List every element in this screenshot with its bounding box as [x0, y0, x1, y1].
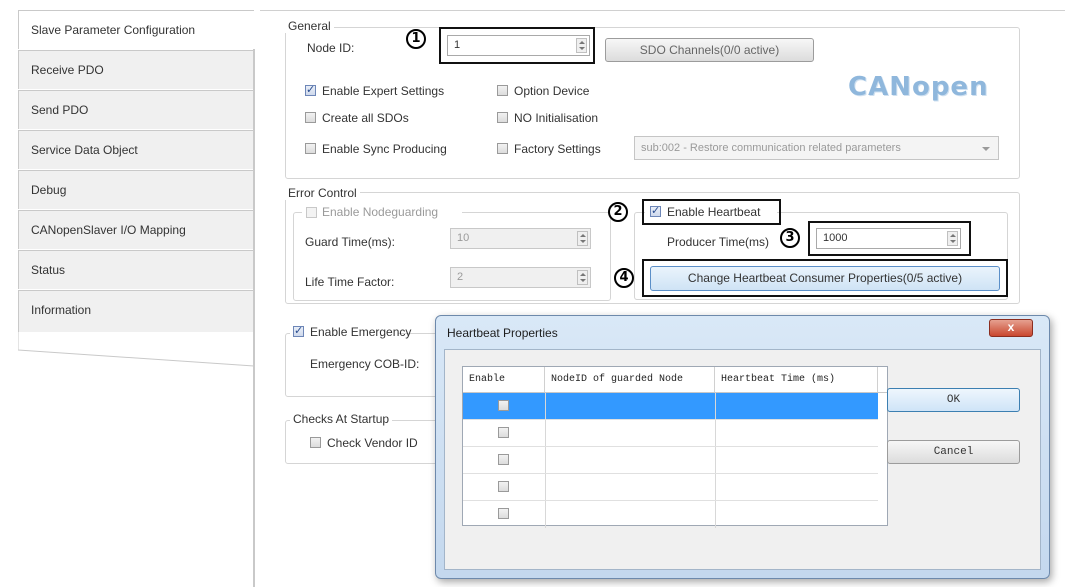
tab-receive-pdo[interactable]: Receive PDO	[18, 50, 254, 89]
column-header-heartbeat-time[interactable]: Heartbeat Time (ms)	[715, 367, 878, 392]
grid-separator	[545, 501, 546, 528]
life-time-value: 2	[457, 271, 464, 283]
no-init-checkbox[interactable]	[497, 112, 508, 123]
sdo-channels-button[interactable]: SDO Channels(0/0 active)	[605, 38, 814, 62]
sync-producing-checkbox[interactable]	[305, 143, 316, 154]
tab-send-pdo[interactable]: Send PDO	[18, 90, 254, 129]
tab-panel-left-edge	[254, 49, 255, 587]
marker-4: 4	[614, 268, 634, 288]
row-enable-checkbox[interactable]	[498, 481, 509, 492]
emergency-cob-id-label: Emergency COB-ID:	[310, 357, 420, 371]
option-device-checkbox[interactable]	[497, 85, 508, 96]
sync-producing-label: Enable Sync Producing	[322, 142, 447, 156]
dialog-body: Enable NodeID of guarded Node Heartbeat …	[444, 349, 1041, 570]
table-row[interactable]	[463, 420, 878, 447]
row-enable-checkbox[interactable]	[498, 508, 509, 519]
producer-time-spinner-icon[interactable]	[947, 231, 958, 246]
tab-canopen-slaver-io-mapping[interactable]: CANopenSlaver I/O Mapping	[18, 210, 254, 249]
ok-button[interactable]: OK	[887, 388, 1020, 412]
canopen-logo: CANopen	[848, 72, 998, 104]
table-row[interactable]	[463, 393, 878, 420]
enable-expert-label: Enable Expert Settings	[322, 84, 445, 98]
emergency-label: Enable Emergency	[310, 325, 412, 339]
tab-fold-shape	[18, 328, 255, 367]
marker-1: 1	[406, 29, 426, 49]
grid-separator	[715, 393, 716, 419]
grid-separator	[715, 474, 716, 500]
close-button[interactable]: x	[989, 319, 1033, 337]
tab-service-data-object[interactable]: Service Data Object	[18, 130, 254, 169]
life-time-label: Life Time Factor:	[305, 275, 395, 289]
guard-time-label: Guard Time(ms):	[305, 235, 396, 249]
emergency-checkbox[interactable]	[293, 324, 304, 337]
nodeguarding-checkbox[interactable]	[306, 207, 317, 218]
cancel-button[interactable]: Cancel	[887, 440, 1020, 464]
canopen-logo-text: CANopen	[848, 72, 989, 102]
table-row[interactable]	[463, 447, 878, 474]
row-enable-checkbox[interactable]	[498, 400, 509, 411]
enable-expert-checkbox[interactable]	[305, 83, 316, 96]
node-id-highlight	[439, 27, 595, 64]
create-sdos-label: Create all SDOs	[322, 111, 409, 125]
tab-debug[interactable]: Debug	[18, 170, 254, 209]
error-control-title: Error Control	[285, 186, 360, 200]
no-init-label: NO Initialisation	[514, 111, 599, 125]
tab-list: Slave Parameter Configuration Receive PD…	[18, 10, 255, 587]
grid-separator	[715, 420, 716, 446]
producer-time-input[interactable]: 1000	[816, 228, 961, 249]
table-row[interactable]	[463, 474, 878, 501]
check-vendor-id-label: Check Vendor ID	[327, 436, 418, 450]
column-header-enable[interactable]: Enable	[463, 367, 545, 392]
chevron-down-icon	[982, 147, 990, 151]
node-id-label: Node ID:	[307, 41, 355, 55]
nodeguarding-label: Enable Nodeguarding	[322, 205, 439, 219]
grid-separator	[545, 393, 546, 419]
grid-separator	[715, 501, 716, 528]
grid-separator	[545, 447, 546, 473]
grid-separator	[715, 447, 716, 473]
check-vendor-id-checkbox[interactable]	[310, 437, 321, 448]
table-row[interactable]	[463, 501, 878, 528]
heartbeat-checkbox[interactable]	[650, 204, 661, 217]
row-enable-checkbox[interactable]	[498, 427, 509, 438]
heartbeat-properties-dialog: Heartbeat Properties x Enable NodeID of …	[435, 315, 1050, 579]
row-enable-checkbox[interactable]	[498, 454, 509, 465]
tab-slave-parameter-configuration[interactable]: Slave Parameter Configuration	[18, 10, 254, 49]
life-time-input[interactable]: 2	[450, 267, 591, 288]
close-icon: x	[1007, 320, 1015, 334]
change-heartbeat-consumer-button[interactable]: Change Heartbeat Consumer Properties(0/5…	[650, 266, 1000, 291]
top-border	[260, 10, 1065, 11]
heartbeat-grid: Enable NodeID of guarded Node Heartbeat …	[462, 366, 888, 528]
producer-time-label: Producer Time(ms)	[667, 235, 770, 249]
checks-group-title: Checks At Startup	[290, 412, 393, 426]
dialog-title: Heartbeat Properties	[447, 326, 558, 340]
life-time-spinner-icon[interactable]	[577, 270, 588, 285]
tab-information[interactable]: Information	[18, 290, 254, 332]
option-device-label: Option Device	[514, 84, 590, 98]
guard-time-input[interactable]: 10	[450, 228, 591, 249]
tab-status[interactable]: Status	[18, 250, 254, 289]
marker-3: 3	[780, 228, 800, 248]
general-group-title: General	[285, 19, 334, 33]
grid-separator	[545, 420, 546, 446]
producer-time-value: 1000	[823, 232, 848, 244]
column-header-node-id[interactable]: NodeID of guarded Node	[545, 367, 715, 392]
factory-settings-checkbox[interactable]	[497, 143, 508, 154]
grid-separator	[545, 474, 546, 500]
marker-2: 2	[608, 202, 628, 222]
factory-settings-select-value: sub:002 - Restore communication related …	[641, 142, 901, 154]
heartbeat-label: Enable Heartbeat	[667, 205, 761, 219]
factory-settings-label: Factory Settings	[514, 142, 601, 156]
guard-time-value: 10	[457, 232, 470, 244]
create-sdos-checkbox[interactable]	[305, 112, 316, 123]
guard-time-spinner-icon[interactable]	[577, 231, 588, 246]
factory-settings-select[interactable]: sub:002 - Restore communication related …	[634, 136, 999, 160]
